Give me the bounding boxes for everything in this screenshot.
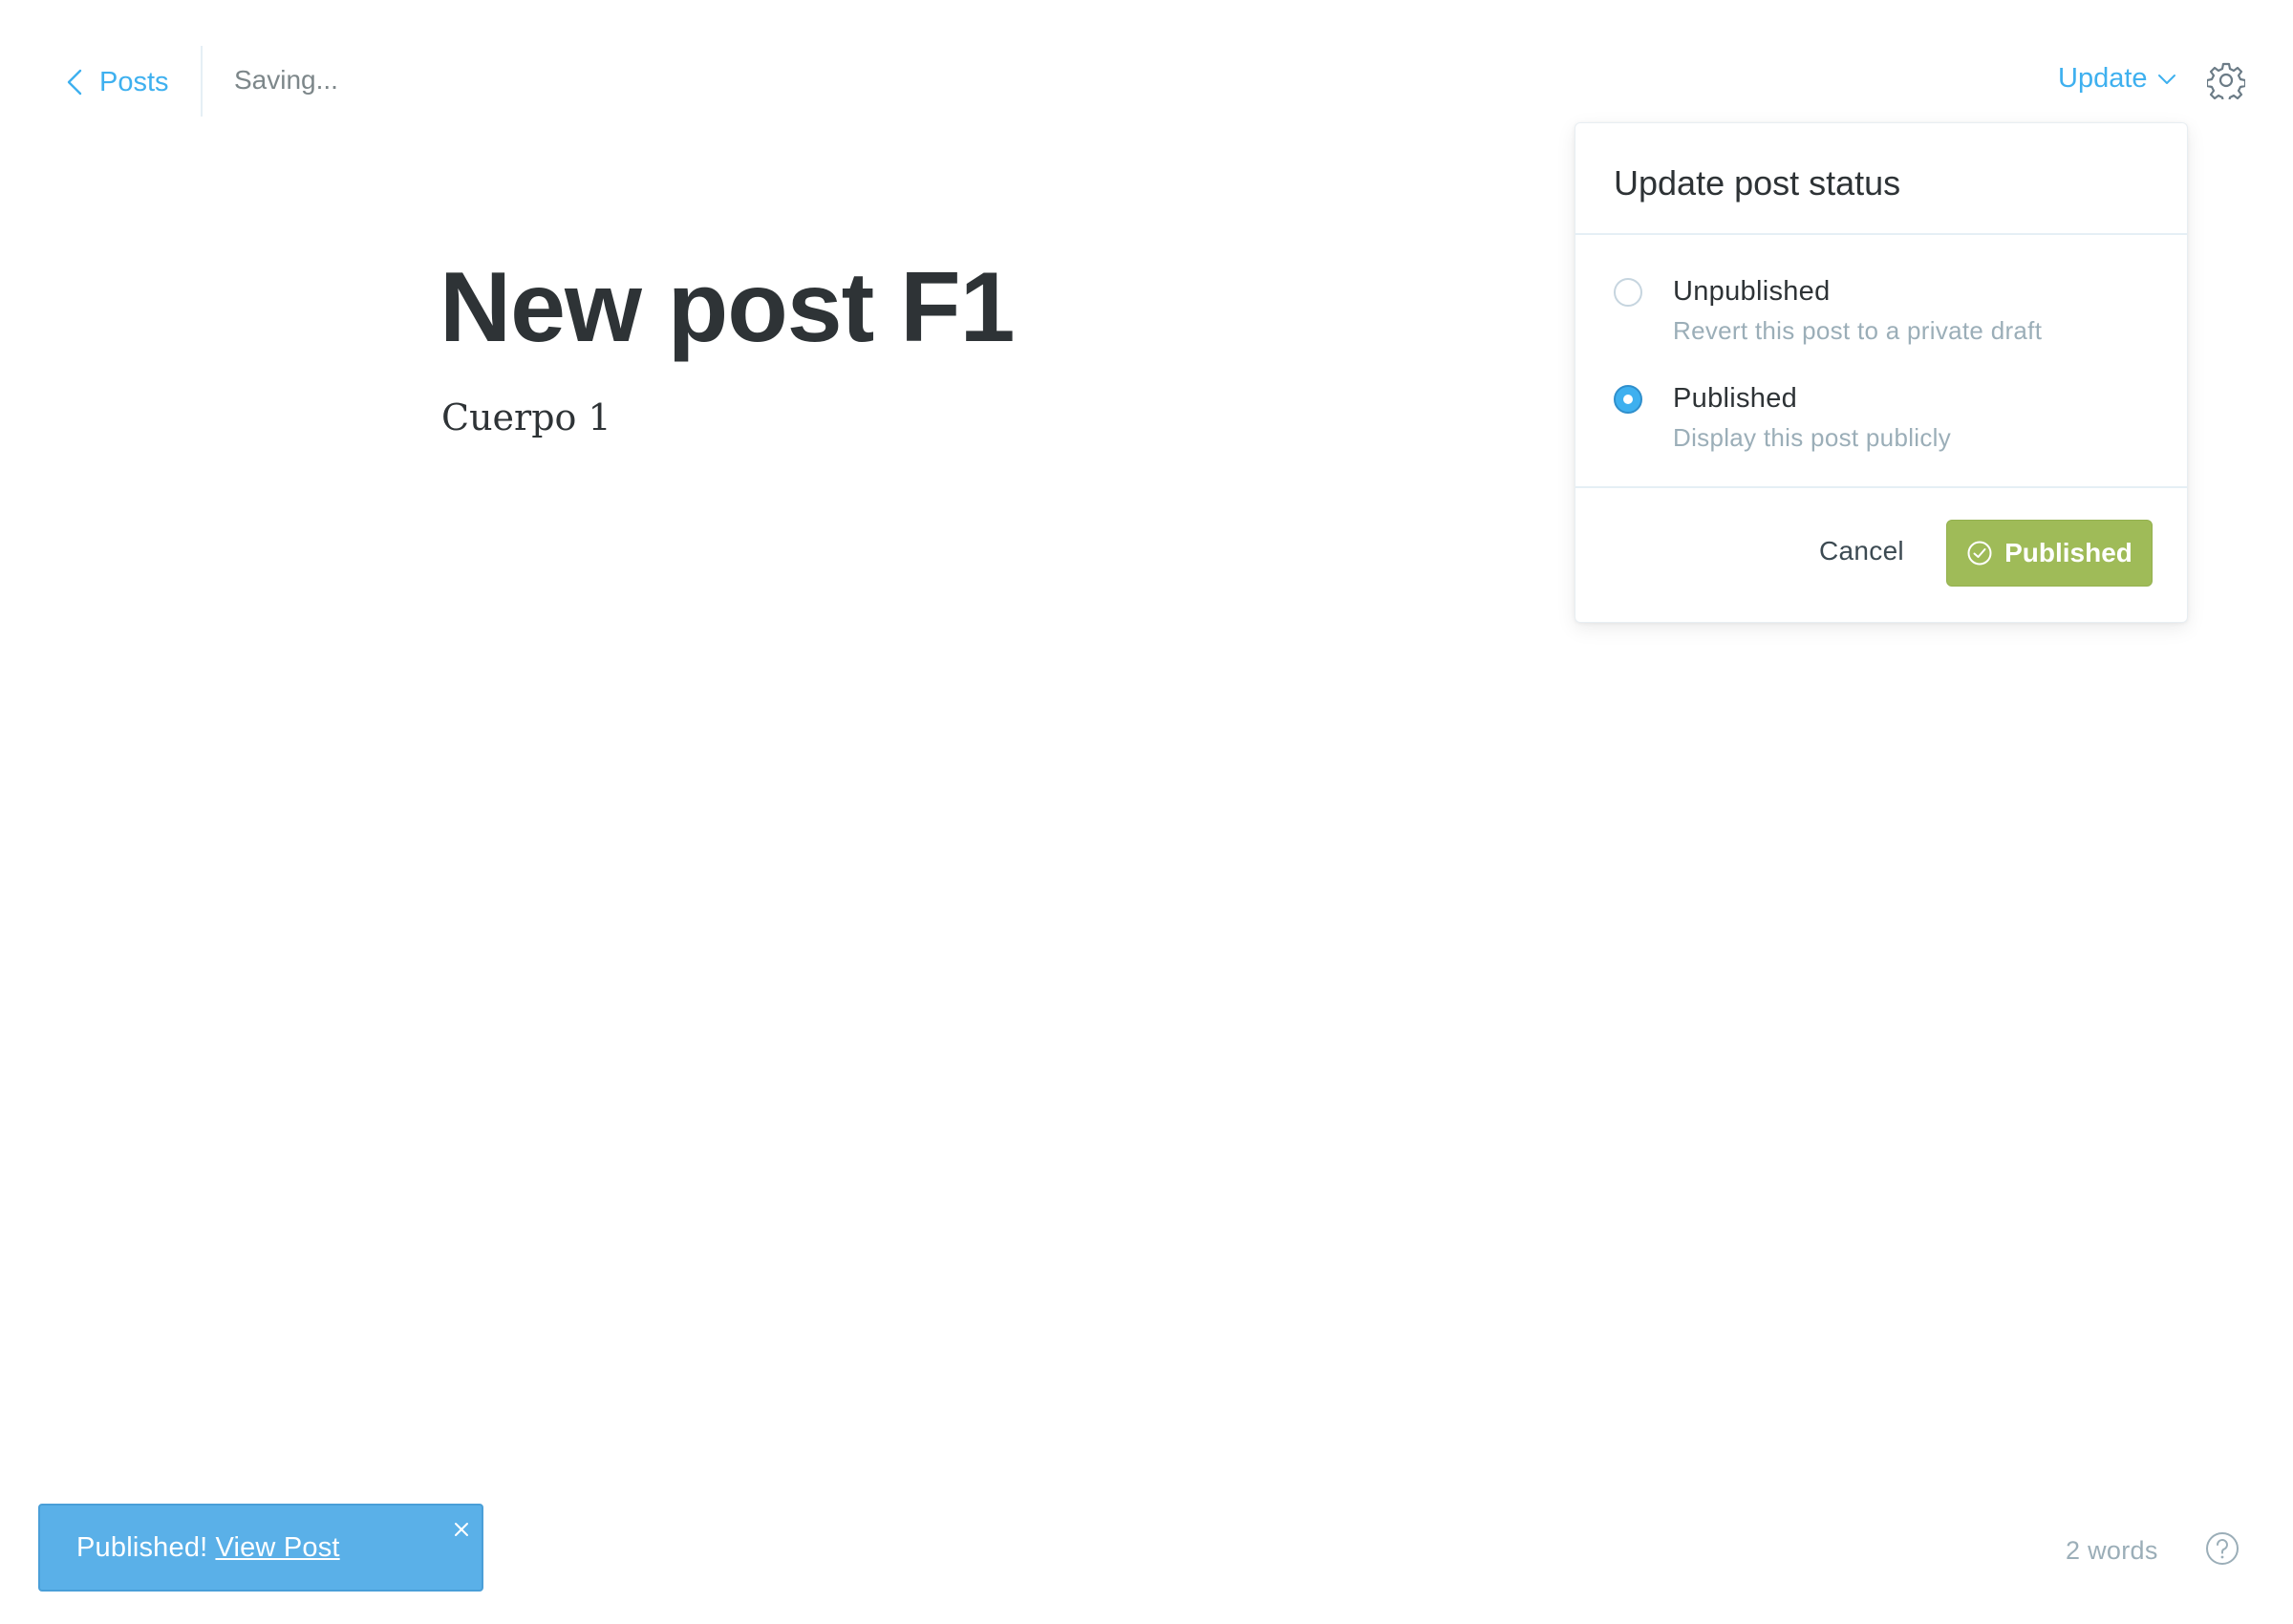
published-radio[interactable] xyxy=(1614,385,1642,414)
post-body[interactable]: Cuerpo 1 xyxy=(441,396,611,438)
help-icon xyxy=(2206,1532,2239,1565)
option-description: Display this post publicly xyxy=(1673,423,1952,452)
update-status-popover: Update post status Unpublished Revert th… xyxy=(1575,122,2188,623)
popover-divider xyxy=(1575,233,2187,235)
published-button-label: Published xyxy=(2004,538,2132,567)
option-label: Unpublished xyxy=(1673,276,1831,307)
gear-icon xyxy=(2205,62,2247,104)
save-status: Saving... xyxy=(234,65,338,95)
header-divider xyxy=(201,46,203,117)
settings-button[interactable] xyxy=(2205,61,2247,104)
help-button[interactable] xyxy=(2205,1531,2239,1566)
chevron-down-icon xyxy=(2157,74,2175,84)
word-count: 2 words xyxy=(2066,1536,2158,1565)
back-link-label: Posts xyxy=(99,66,169,97)
view-post-link[interactable]: View Post xyxy=(215,1532,339,1563)
cancel-button[interactable]: Cancel xyxy=(1819,536,1904,566)
unpublished-radio[interactable] xyxy=(1614,278,1642,307)
popover-divider xyxy=(1575,486,2187,488)
option-description: Revert this post to a private draft xyxy=(1673,316,2043,345)
toast-text: Published! xyxy=(76,1532,208,1563)
popover-title: Update post status xyxy=(1614,163,1901,203)
back-to-posts-link[interactable]: Posts xyxy=(65,59,169,105)
close-icon[interactable] xyxy=(453,1521,470,1538)
post-title[interactable]: New post F1 xyxy=(439,250,1016,365)
published-option[interactable]: Published Display this post publicly xyxy=(1614,377,2149,463)
option-label: Published xyxy=(1673,383,1798,414)
chevron-left-icon xyxy=(67,69,82,96)
unpublished-option[interactable]: Unpublished Revert this post to a privat… xyxy=(1614,270,2149,356)
toast-message: Published! View Post xyxy=(76,1532,340,1564)
editor-page: Posts Saving... Update New post F1 Cuerp… xyxy=(0,0,2293,1624)
published-toast: Published! View Post xyxy=(38,1504,483,1592)
check-circle-icon xyxy=(1967,541,1992,566)
published-button[interactable]: Published xyxy=(1946,520,2153,587)
update-menu-trigger[interactable]: Update xyxy=(2058,63,2176,95)
update-label: Update xyxy=(2058,63,2148,94)
